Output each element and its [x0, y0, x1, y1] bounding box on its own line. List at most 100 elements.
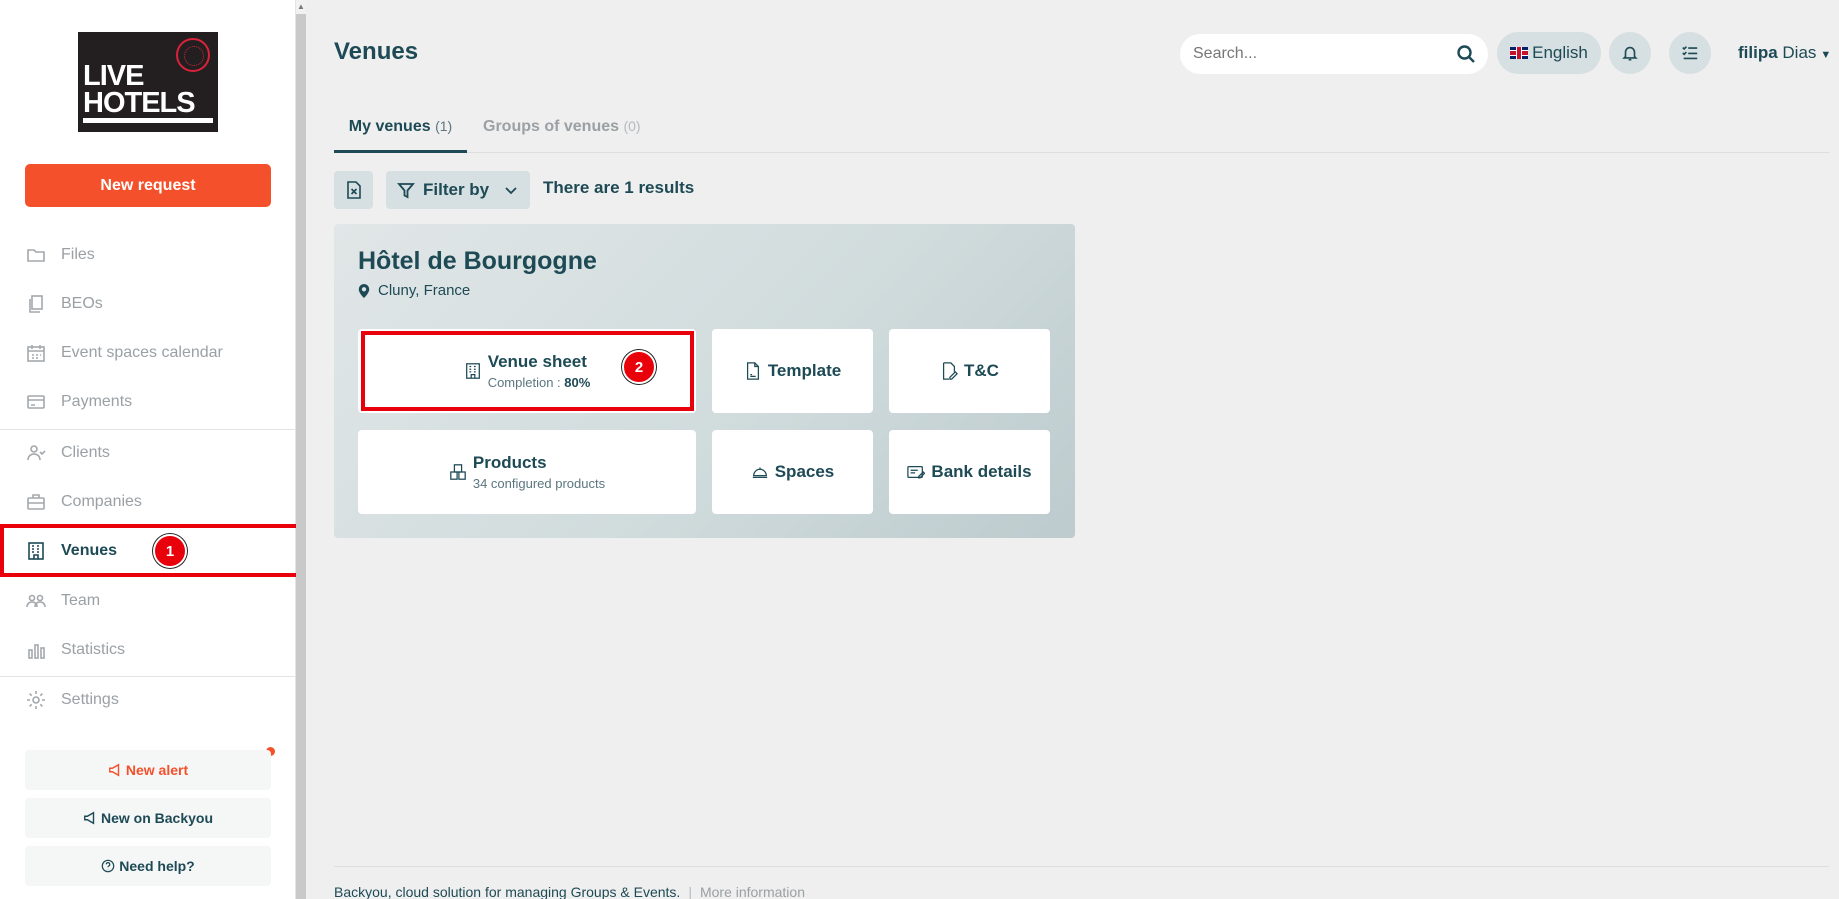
caret-down-icon: ▼	[1820, 49, 1832, 61]
products-title: Products	[472, 453, 547, 472]
sidebar-scrollbar[interactable]: ▲	[296, 0, 306, 899]
spaces-title: Spaces	[774, 462, 835, 481]
venue-name[interactable]: Hôtel de Bourgogne	[358, 247, 597, 276]
notifications-button[interactable]	[1609, 32, 1651, 74]
tc-tile[interactable]: T&C	[889, 329, 1050, 413]
tab-count: (0)	[623, 118, 641, 134]
briefcase-icon	[25, 491, 47, 513]
search-icon[interactable]	[1456, 44, 1476, 64]
footer: Backyou, cloud solution for managing Gro…	[334, 866, 1829, 899]
new-request-button[interactable]: New request	[25, 164, 271, 207]
tab-groups-of-venues[interactable]: Groups of venues (0)	[483, 118, 641, 153]
venue-tabs: My venues (1) Groups of venues (0)	[334, 110, 1829, 153]
tab-label: My venues	[348, 118, 431, 135]
step-1-highlight	[0, 524, 300, 577]
chevron-down-icon	[505, 187, 517, 195]
help-icon	[101, 859, 115, 873]
megaphone-icon	[84, 811, 95, 825]
venue-location: Cluny, France	[358, 282, 470, 299]
scroll-up-arrow-icon[interactable]: ▲	[296, 0, 306, 14]
tab-count: (1)	[435, 118, 453, 134]
gear-icon	[25, 689, 47, 711]
tasks-button[interactable]	[1669, 32, 1711, 74]
sidebar-item-event-spaces-calendar[interactable]: Event spaces calendar	[0, 331, 296, 375]
products-tile[interactable]: Products 34 configured products	[358, 430, 696, 514]
uk-flag-icon	[1510, 47, 1529, 59]
documents-icon	[25, 293, 47, 315]
tab-label: Groups of venues	[483, 118, 620, 135]
credit-card-icon	[25, 391, 47, 413]
calendar-icon	[25, 342, 47, 364]
language-label: English	[1532, 43, 1588, 62]
filter-icon	[397, 183, 415, 199]
sidebar-item-statistics[interactable]: Statistics	[0, 628, 296, 672]
clients-icon	[25, 442, 47, 464]
logo-underline	[83, 118, 213, 123]
user-menu[interactable]: filipa Dias ▼	[1738, 43, 1831, 63]
cloche-icon	[752, 467, 767, 479]
export-excel-button[interactable]	[334, 171, 373, 209]
bank-details-icon	[907, 465, 926, 479]
sidebar-item-payments[interactable]: Payments	[0, 380, 296, 424]
map-pin-icon	[358, 283, 370, 298]
pdf-file-icon	[746, 362, 759, 380]
logo-line-2: HOTELS	[83, 87, 196, 119]
products-subtitle: 34 configured products	[472, 476, 606, 491]
sidebar-item-label: Clients	[61, 444, 110, 461]
language-selector[interactable]: English	[1497, 32, 1601, 74]
bar-chart-icon	[25, 639, 47, 661]
filter-by-button[interactable]: Filter by	[386, 171, 530, 209]
sidebar: LIVE HOTELS New request Files BEOs Event…	[0, 0, 296, 899]
template-tile[interactable]: Template	[712, 329, 873, 413]
logo-seal-icon	[176, 38, 210, 72]
excel-file-icon	[346, 181, 361, 199]
need-help-label: Need help?	[119, 858, 195, 874]
need-help-button[interactable]: Need help?	[25, 846, 271, 886]
folder-icon	[25, 244, 47, 266]
sidebar-divider	[0, 676, 296, 677]
search-input[interactable]	[1193, 45, 1453, 63]
results-count: There are 1 results	[543, 178, 695, 197]
new-alert-label: New alert	[125, 762, 189, 778]
sidebar-item-clients[interactable]: Clients	[0, 431, 296, 475]
sidebar-divider	[0, 429, 296, 430]
step-2-badge: 2	[622, 350, 656, 384]
page-title: Venues	[334, 38, 419, 65]
megaphone-icon	[108, 763, 120, 777]
sidebar-item-label: Settings	[61, 691, 119, 708]
sidebar-item-team[interactable]: Team	[0, 579, 296, 623]
sidebar-item-label: Statistics	[61, 641, 126, 658]
bell-icon	[1622, 46, 1638, 61]
template-title: Template	[767, 361, 842, 380]
bank-details-tile[interactable]: Bank details	[889, 430, 1050, 514]
tc-title: T&C	[964, 361, 999, 380]
sidebar-item-label: Team	[61, 592, 101, 609]
checklist-icon	[1682, 46, 1698, 60]
new-alert-button[interactable]: New alert	[25, 750, 271, 790]
live-hotels-logo[interactable]: LIVE HOTELS	[78, 32, 218, 132]
footer-text: Backyou, cloud solution for managing Gro…	[334, 884, 681, 899]
step-1-badge: 1	[153, 534, 187, 568]
search-box[interactable]	[1180, 34, 1488, 74]
sidebar-item-settings[interactable]: Settings	[0, 678, 296, 722]
sidebar-item-label: Companies	[61, 493, 142, 510]
team-icon	[25, 590, 47, 612]
sidebar-item-label: Payments	[61, 393, 133, 410]
sidebar-item-label: Files	[61, 246, 95, 263]
spaces-tile[interactable]: Spaces	[712, 430, 873, 514]
user-first-name: filipa	[1738, 43, 1778, 62]
sidebar-item-companies[interactable]: Companies	[0, 480, 296, 524]
sidebar-item-label: BEOs	[61, 295, 103, 312]
more-information-link[interactable]: More information	[700, 884, 805, 899]
footer-separator: |	[688, 884, 692, 899]
signed-document-icon	[942, 362, 959, 380]
sidebar-item-beos[interactable]: BEOs	[0, 282, 296, 326]
products-icon	[450, 464, 466, 480]
venue-location-text: Cluny, France	[378, 282, 471, 299]
new-on-backyou-button[interactable]: New on Backyou	[25, 798, 271, 838]
sidebar-item-files[interactable]: Files	[0, 233, 296, 277]
new-on-backyou-label: New on Backyou	[100, 810, 214, 826]
logo-line-1: LIVE	[83, 60, 144, 92]
filter-label: Filter by	[423, 180, 490, 199]
tab-my-venues[interactable]: My venues (1)	[334, 118, 467, 153]
